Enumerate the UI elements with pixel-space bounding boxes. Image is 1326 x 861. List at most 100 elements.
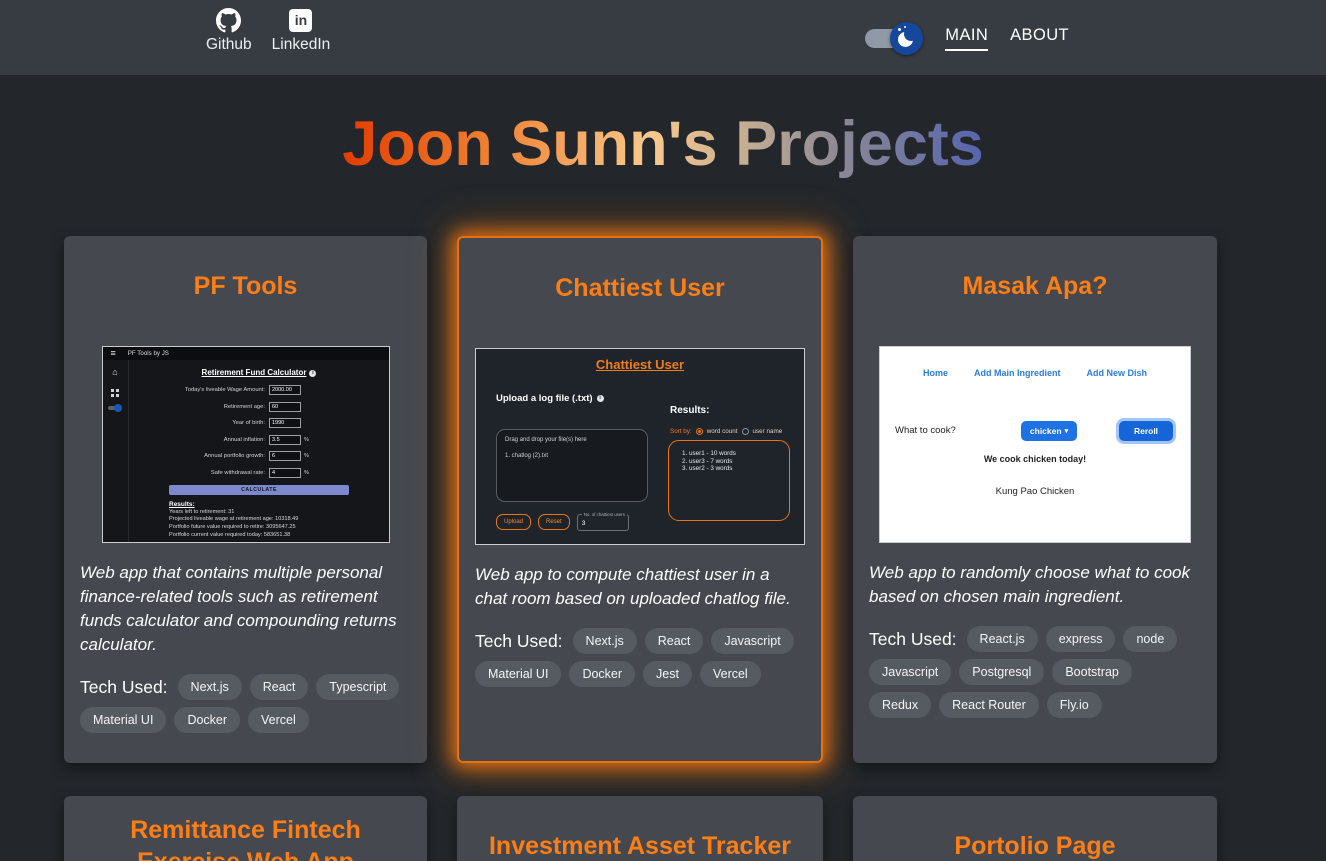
ma-nav-link: Add Main Ingredient <box>974 368 1061 378</box>
ma-question-label: What to cook? <box>895 425 956 436</box>
cu-dropzone-file: 1. chatlog (2).txt <box>505 453 639 459</box>
tech-pill: Javascript <box>711 628 793 654</box>
ma-navbar: Home Add Main Ingredient Add New Dish <box>880 368 1190 378</box>
cu-dropzone-text: Drag and drop your file(s) here <box>505 437 639 443</box>
info-icon: i <box>597 395 604 402</box>
tech-pill: Fly.io <box>1047 692 1102 718</box>
github-label: Github <box>206 36 252 54</box>
tech-used-section: Tech Used: Next.js React Typescript Mate… <box>80 674 411 733</box>
top-navbar: Github in LinkedIn MAIN ABOUT <box>0 0 1326 75</box>
pf-main-panel: Retirement Fund Calculatori Today's live… <box>130 360 389 542</box>
tech-pill: express <box>1046 626 1116 652</box>
cu-dropzone: Drag and drop your file(s) here 1. chatl… <box>496 429 648 502</box>
cu-upload-button: Upload <box>496 514 531 530</box>
cu-sort-option: word count <box>707 428 738 435</box>
tech-pill: node <box>1123 626 1177 652</box>
tech-pill: Docker <box>569 661 635 687</box>
pf-form: Today's liveable Wage Amount:2000.00 Ret… <box>169 385 349 478</box>
project-card-pf-tools[interactable]: PF Tools ≡ PF Tools by JS ⌂ Retirement F… <box>64 236 427 763</box>
dark-mode-toggle[interactable] <box>865 21 923 55</box>
pf-result-line: Projected liveable wage at retirement ag… <box>169 516 349 523</box>
project-card-investment-asset-tracker[interactable]: Investment Asset Tracker <box>457 796 823 861</box>
pf-form-row: Safe withdrawal rate:4% <box>169 468 349 478</box>
pf-result-line: Portfolio future value required to retir… <box>169 524 349 531</box>
pf-tools-screenshot: ≡ PF Tools by JS ⌂ Retirement Fund Calcu… <box>102 346 390 543</box>
tech-pill: Next.js <box>573 628 637 654</box>
menu-icon: ≡ <box>111 349 116 358</box>
tech-used-label: Tech Used: <box>475 631 563 652</box>
ma-ingredient-dropdown: chicken▾ <box>1021 421 1077 441</box>
tech-used-section: Tech Used: React.js express node Javascr… <box>869 626 1201 718</box>
project-card-portolio-page[interactable]: Portolio Page <box>853 796 1217 861</box>
toggle-thumb <box>890 22 923 55</box>
project-title: Investment Asset Tracker <box>489 830 791 861</box>
linkedin-link[interactable]: in LinkedIn <box>272 7 331 54</box>
tech-used-label: Tech Used: <box>80 677 168 698</box>
ma-message: We cook chicken today! <box>880 454 1190 464</box>
pf-titlebar: ≡ PF Tools by JS <box>103 347 389 360</box>
star-icon <box>904 26 906 28</box>
cu-sort-option: user name <box>753 428 783 435</box>
star-icon <box>898 28 901 31</box>
cu-result-line: 2. user3 - 7 words <box>682 458 789 466</box>
tech-used-label: Tech Used: <box>869 629 957 650</box>
projects-grid: PF Tools ≡ PF Tools by JS ⌂ Retirement F… <box>64 236 1217 861</box>
tech-pill: React <box>645 628 704 654</box>
pf-input: 60 <box>269 402 301 412</box>
tech-pill: Vercel <box>700 661 761 687</box>
pf-result-line: Portfolio current value required today: … <box>169 532 349 539</box>
tech-pill: Javascript <box>869 659 951 685</box>
pf-form-row: Annual portfolio growth:6% <box>169 451 349 461</box>
pf-input: 2000.00 <box>269 385 301 395</box>
pf-input: 3.5 <box>269 435 301 445</box>
tech-pill: Docker <box>174 707 240 733</box>
project-card-masak-apa[interactable]: Masak Apa? Home Add Main Ingredient Add … <box>853 236 1217 763</box>
pf-form-row: Today's liveable Wage Amount:2000.00 <box>169 385 349 395</box>
pf-heading: Retirement Fund Calculatori <box>169 368 349 377</box>
tech-pill: React.js <box>967 626 1038 652</box>
mini-theme-toggle-icon <box>108 404 122 412</box>
tech-pill: Bootstrap <box>1052 659 1132 685</box>
project-card-remittance-fintech[interactable]: Remittance Fintech Exercise Web App <box>64 796 427 861</box>
social-links: Github in LinkedIn <box>206 7 330 54</box>
pf-input: 4 <box>269 468 301 478</box>
nav-link-about[interactable]: ABOUT <box>1010 24 1069 51</box>
cu-reset-button: Reset <box>538 514 570 530</box>
apps-grid-icon <box>111 389 114 392</box>
project-card-chattiest-user[interactable]: Chattiest User Chattiest User Upload a l… <box>457 236 823 763</box>
pf-form-row: Year of birth:1990 <box>169 418 349 428</box>
radio-selected-icon <box>696 428 703 435</box>
tech-pill: Postgresql <box>959 659 1044 685</box>
tech-pill: React <box>250 674 309 700</box>
tech-pill: Redux <box>869 692 931 718</box>
radio-unselected-icon <box>742 428 749 435</box>
cu-count-field: No. of chattiest users 3 <box>577 514 629 531</box>
cu-app-title: Chattiest User <box>476 357 804 372</box>
project-title: Portolio Page <box>954 830 1115 861</box>
project-description: Web app to randomly choose what to cook … <box>869 561 1201 609</box>
page-title: Joon Sunn's Projects <box>342 105 984 184</box>
tech-pill: Material UI <box>80 707 166 733</box>
pf-sidebar: ⌂ <box>103 360 129 542</box>
project-description: Web app that contains multiple personal … <box>80 561 411 657</box>
tech-pill: Jest <box>643 661 692 687</box>
linkedin-icon: in <box>289 7 312 33</box>
pf-calculate-button: CALCULATE <box>169 485 349 495</box>
github-icon <box>216 7 241 33</box>
header-right-nav: MAIN ABOUT <box>865 0 1069 75</box>
ma-controls-row: What to cook? chicken▾ Reroll <box>895 421 1175 441</box>
project-description: Web app to compute chattiest user in a c… <box>475 563 805 611</box>
pf-results-heading: Results: <box>169 501 349 508</box>
tech-pill: Next.js <box>178 674 242 700</box>
tech-pill: Typescript <box>316 674 399 700</box>
hero: Joon Sunn's Projects <box>0 105 1326 184</box>
cu-upload-label: Upload a log file (.txt)i <box>496 393 604 404</box>
nav-link-main[interactable]: MAIN <box>945 24 988 51</box>
cu-results-heading: Results: <box>670 405 709 416</box>
linkedin-label: LinkedIn <box>272 36 331 54</box>
home-icon: ⌂ <box>112 368 117 377</box>
ma-nav-link: Home <box>923 368 948 378</box>
ma-dish-result: Kung Pao Chicken <box>880 486 1190 497</box>
github-link[interactable]: Github <box>206 7 252 54</box>
cu-results-box: 1. user1 - 10 words 2. user3 - 7 words 3… <box>668 440 790 521</box>
